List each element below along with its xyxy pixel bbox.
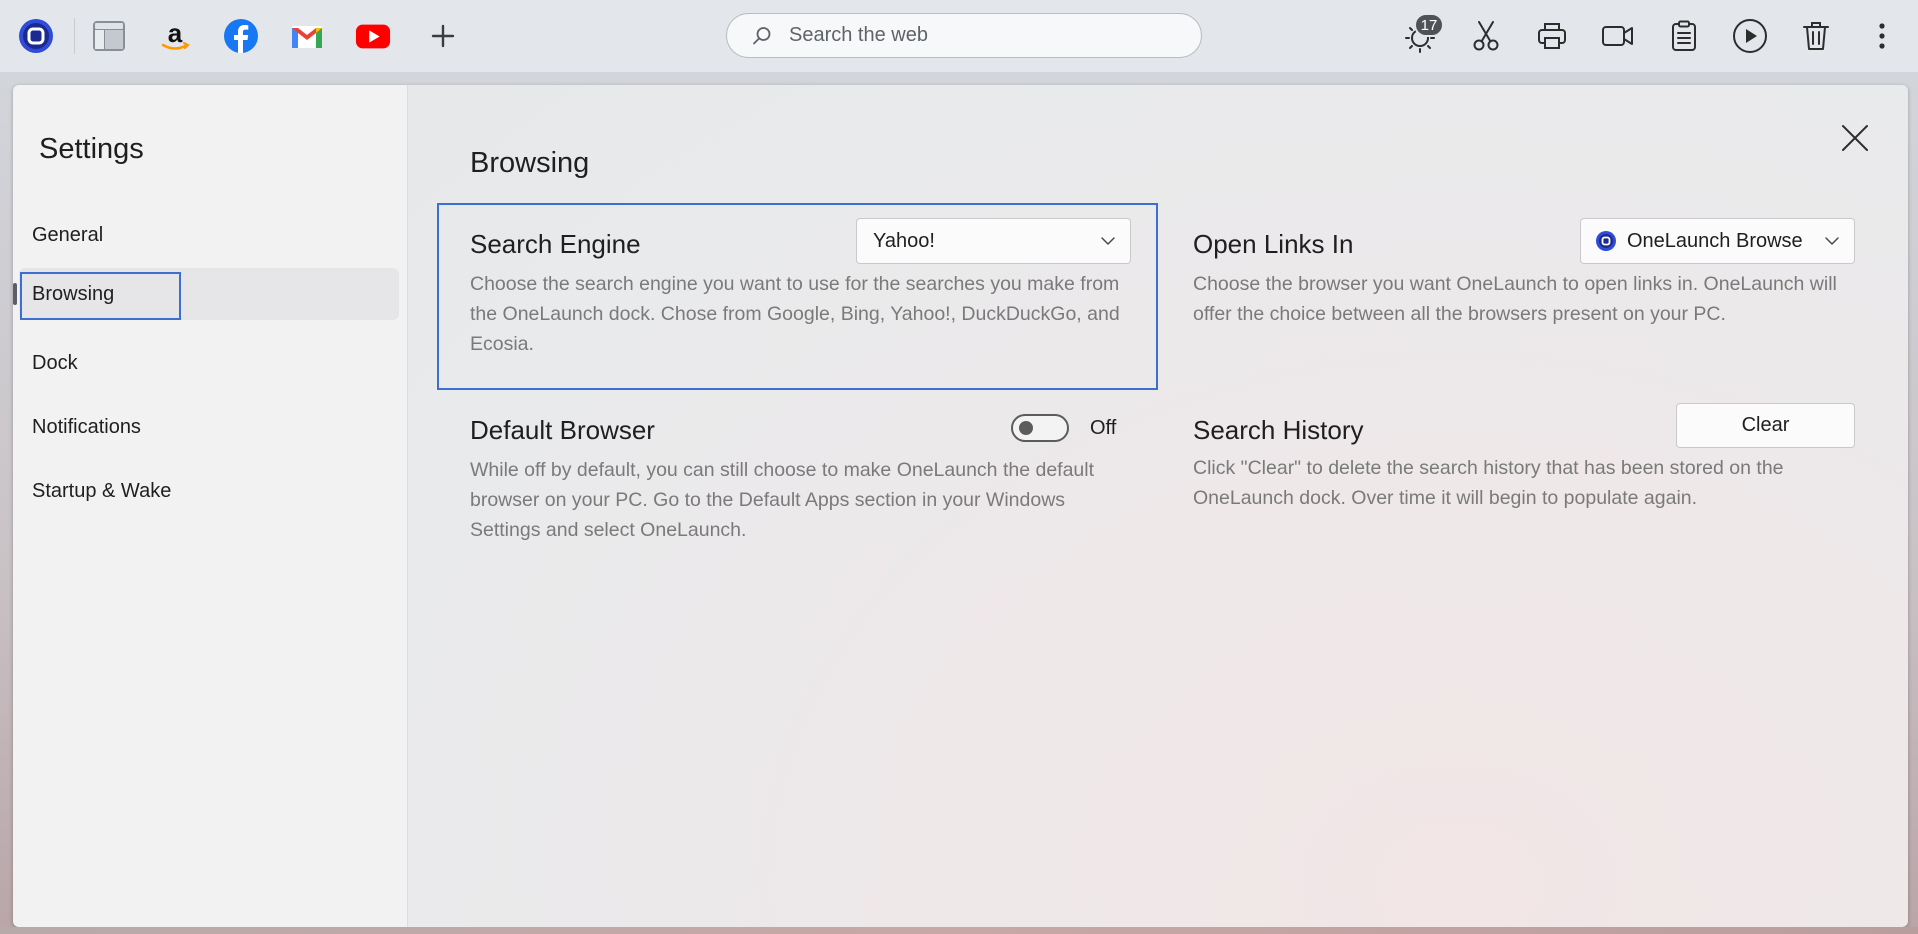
search-engine-setting: Search Engine Yahoo! Choose the search e… [470, 218, 1131, 379]
web-search-bar[interactable]: Search the web [726, 13, 1202, 58]
notes-app-icon[interactable] [91, 18, 127, 54]
play-icon[interactable] [1732, 18, 1768, 54]
close-button[interactable] [1838, 121, 1872, 155]
trash-icon[interactable] [1798, 18, 1834, 54]
clipboard-icon[interactable] [1666, 18, 1702, 54]
default-browser-description: While off by default, you can still choo… [470, 459, 1095, 541]
video-camera-icon[interactable] [1600, 18, 1636, 54]
search-engine-description: Choose the search engine you want to use… [470, 273, 1120, 355]
sidebar-item-general[interactable]: General [19, 209, 399, 261]
sidebar-item-label: Notifications [32, 415, 141, 438]
sidebar-item-browsing[interactable]: Browsing [13, 268, 399, 320]
desktop-wallpaper-strip [0, 927, 1918, 934]
sidebar-item-notifications[interactable]: Notifications [19, 401, 399, 453]
toggle-state-label: Off [1090, 417, 1117, 439]
settings-window: Settings General Browsing Dock Notificat… [13, 85, 1908, 927]
search-history-description: Click "Clear" to delete the search histo… [1193, 457, 1784, 509]
search-engine-dropdown[interactable]: Yahoo! [856, 218, 1131, 264]
page-title: Browsing [470, 147, 590, 179]
sidebar-item-label: Dock [32, 351, 78, 374]
sidebar-item-startup-wake[interactable]: Startup & Wake [19, 465, 399, 517]
open-links-in-dropdown[interactable]: OneLaunch Browse [1580, 218, 1855, 264]
search-history-setting: Search History Clear Click "Clear" to de… [1193, 403, 1855, 565]
top-dock: a Search the web 17 [0, 0, 1918, 72]
chevron-down-icon [1101, 237, 1115, 245]
open-links-in-value: OneLaunch Browse [1627, 229, 1803, 252]
default-browser-setting: Default Browser Off While off by default… [470, 414, 1130, 565]
gmail-icon[interactable] [289, 18, 325, 54]
open-links-in-setting: Open Links In OneLaunch Browse Choose th… [1193, 218, 1855, 379]
search-placeholder: Search the web [789, 24, 928, 46]
settings-sidebar: Settings General Browsing Dock Notificat… [13, 85, 408, 927]
settings-title: Settings [39, 133, 144, 165]
open-links-in-title: Open Links In [1193, 229, 1354, 259]
youtube-icon[interactable] [355, 18, 391, 54]
default-browser-title: Default Browser [470, 415, 655, 445]
search-engine-title: Search Engine [470, 229, 641, 259]
search-engine-value: Yahoo! [873, 229, 935, 252]
onelaunch-icon[interactable] [18, 18, 54, 54]
sidebar-item-label: Browsing [32, 282, 115, 305]
sidebar-item-label: General [32, 223, 104, 246]
dock-separator [74, 18, 75, 54]
settings-main-panel: Browsing Search Engine Yahoo! Choose the… [408, 85, 1908, 927]
facebook-icon[interactable] [223, 18, 259, 54]
onelaunch-browser-icon [1595, 230, 1617, 252]
clear-history-button[interactable]: Clear [1676, 403, 1855, 448]
search-history-title: Search History [1193, 415, 1364, 445]
sidebar-item-label: Startup & Wake [32, 479, 172, 502]
toggle-knob [1019, 421, 1033, 435]
more-options-icon[interactable] [1864, 18, 1900, 54]
scissors-icon[interactable] [1468, 18, 1504, 54]
add-icon[interactable] [425, 18, 461, 54]
open-links-in-description: Choose the browser you want OneLaunch to… [1193, 273, 1837, 325]
search-icon [751, 25, 773, 47]
printer-icon[interactable] [1534, 18, 1570, 54]
weather-badge: 17 [1414, 13, 1444, 37]
default-browser-toggle[interactable] [1011, 414, 1069, 442]
svg-text:a: a [168, 18, 183, 48]
active-indicator [13, 283, 17, 305]
close-icon [1842, 125, 1868, 151]
amazon-icon[interactable]: a [157, 18, 193, 54]
chevron-down-icon [1825, 237, 1839, 245]
sidebar-item-dock[interactable]: Dock [19, 337, 399, 389]
